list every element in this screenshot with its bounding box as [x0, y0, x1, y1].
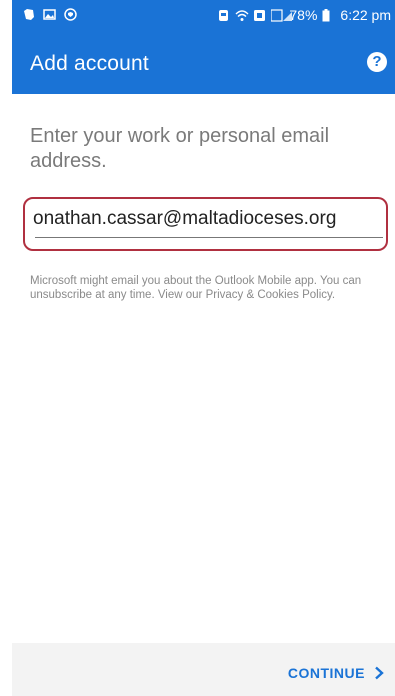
battery-icon	[322, 8, 335, 22]
signal-icon	[270, 8, 293, 22]
continue-button[interactable]: CONTINUE	[288, 665, 385, 681]
add-account-screen: 78% 6:22 pm Add account ? Enter your wor…	[0, 0, 395, 696]
email-field-highlight	[23, 197, 388, 251]
email-field-underline	[35, 237, 383, 238]
evernote-icon	[22, 8, 35, 21]
status-bar: 78% 6:22 pm	[12, 0, 395, 32]
wifi-icon	[235, 9, 249, 22]
help-button[interactable]: ?	[367, 52, 387, 72]
shield-icon	[64, 8, 77, 21]
status-right-icons: 78% 6:22 pm	[217, 7, 391, 23]
privacy-disclaimer[interactable]: Microsoft might email you about the Outl…	[30, 274, 375, 302]
nfc-icon	[253, 9, 266, 22]
battery-percent: 78%	[289, 7, 318, 23]
app-bar: Add account ?	[12, 32, 395, 94]
gallery-icon	[43, 8, 56, 21]
email-field[interactable]	[33, 206, 383, 232]
bottom-bar: CONTINUE	[12, 643, 395, 696]
alarm-icon	[217, 9, 230, 22]
status-left-icons	[22, 8, 77, 21]
clock: 6:22 pm	[340, 7, 391, 23]
continue-label: CONTINUE	[287, 665, 365, 681]
page-title: Add account	[30, 52, 149, 75]
chevron-right-icon	[373, 666, 385, 680]
email-prompt: Enter your work or personal email addres…	[30, 125, 330, 172]
